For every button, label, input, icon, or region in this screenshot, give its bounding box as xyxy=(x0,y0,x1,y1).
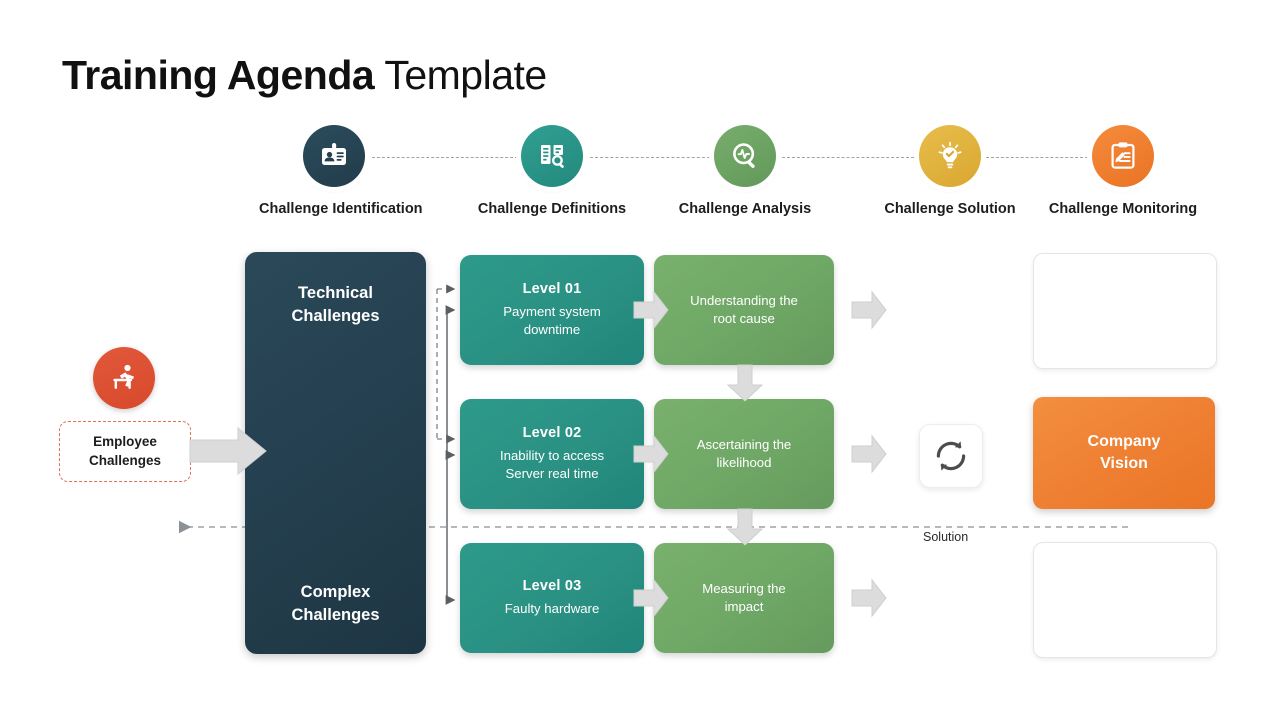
panel-complex-challenges: Complex Challenges xyxy=(245,581,426,627)
level-card-03[interactable]: Level 03 Faulty hardware xyxy=(460,543,644,653)
level-detail-line2: Server real time xyxy=(505,466,599,481)
placeholder-box-bottom[interactable] xyxy=(1033,542,1217,658)
level-detail: Payment system downtime xyxy=(503,303,600,339)
analysis-text: Measuring the impact xyxy=(702,580,786,617)
step-connector-1 xyxy=(372,157,518,158)
step-challenge-definitions[interactable]: Challenge Definitions xyxy=(477,125,627,217)
level-detail-line1: Payment system xyxy=(503,304,601,320)
step-challenge-analysis[interactable]: Challenge Analysis xyxy=(670,125,820,217)
page-title-regular: Template xyxy=(384,52,547,98)
level-card-02[interactable]: Level 02 Inability to access Server real… xyxy=(460,399,644,509)
lightbulb-check-icon xyxy=(919,125,981,187)
arrow-analysis2-to-vision xyxy=(851,434,887,474)
level-detail-line2: downtime xyxy=(523,322,581,337)
analysis-line2: impact xyxy=(724,599,764,614)
level-detail-line1: Faulty hardware xyxy=(504,601,600,617)
step-label: Challenge Solution xyxy=(884,201,1016,217)
challenge-category-panel[interactable]: Technical Challenges Complex Challenges xyxy=(245,252,426,654)
panel-technical-line1: Technical xyxy=(298,284,373,302)
level-detail-line1: Inability to access xyxy=(499,448,605,464)
entry-arrow xyxy=(189,426,267,476)
company-vision-line2: Vision xyxy=(1100,455,1148,472)
arrow-analysis1-to-analysis2 xyxy=(726,364,764,402)
page-title-bold: Training Agenda xyxy=(62,52,375,98)
book-search-icon xyxy=(521,125,583,187)
step-connector-3 xyxy=(782,157,914,158)
employee-challenges-line1: Employee xyxy=(93,434,157,450)
analysis-line1: Ascertaining the xyxy=(696,436,792,452)
step-challenge-identification[interactable]: Challenge Identification xyxy=(259,125,423,217)
id-badge-icon xyxy=(303,125,365,187)
analysis-text: Ascertaining the likelihood xyxy=(697,436,792,473)
slide-canvas: Training Agenda Template Challenge Ident… xyxy=(0,0,1280,720)
step-label: Challenge Definitions xyxy=(477,201,627,217)
level-heading: Level 01 xyxy=(522,281,582,298)
step-challenge-monitoring[interactable]: Challenge Monitoring xyxy=(1048,125,1198,217)
analysis-card-2[interactable]: Ascertaining the likelihood xyxy=(654,399,834,509)
analysis-text: Understanding the root cause xyxy=(690,292,798,329)
analysis-line2: root cause xyxy=(713,311,775,326)
arrow-level02-to-analysis xyxy=(633,434,669,474)
level-heading: Level 03 xyxy=(522,578,582,595)
panel-complex-line1: Complex xyxy=(300,583,371,601)
feedback-label: Solution xyxy=(923,530,969,544)
level-card-01[interactable]: Level 01 Payment system downtime xyxy=(460,255,644,365)
employee-challenges-box[interactable]: Employee Challenges xyxy=(59,421,191,482)
step-label: Challenge Monitoring xyxy=(1048,201,1198,217)
page-title: Training Agenda Template xyxy=(62,52,547,99)
step-connector-2 xyxy=(590,157,710,158)
hurdle-runner-icon xyxy=(93,347,155,409)
step-label: Challenge Analysis xyxy=(678,201,812,217)
placeholder-box-top[interactable] xyxy=(1033,253,1217,369)
panel-complex-line2: Challenges xyxy=(291,605,380,624)
analysis-line1: Understanding the xyxy=(690,292,798,308)
level-detail: Inability to access Server real time xyxy=(500,447,604,483)
arrow-analysis2-to-analysis3 xyxy=(726,508,764,546)
analysis-line1: Measuring the xyxy=(702,580,786,596)
magnifier-pulse-icon xyxy=(714,125,776,187)
level-heading: Level 02 xyxy=(522,425,582,442)
company-vision-line1: Company xyxy=(1087,433,1161,451)
arrow-level03-to-analysis xyxy=(633,578,669,618)
step-connector-4 xyxy=(986,157,1088,158)
arrow-level01-to-analysis xyxy=(633,290,669,330)
arrow-analysis1-to-output xyxy=(851,290,887,330)
refresh-cycle-icon[interactable] xyxy=(919,424,983,488)
analysis-card-1[interactable]: Understanding the root cause xyxy=(654,255,834,365)
company-vision-box[interactable]: Company Vision xyxy=(1033,397,1215,509)
arrow-analysis3-to-output xyxy=(851,578,887,618)
level-detail: Faulty hardware xyxy=(505,600,600,618)
step-challenge-solution[interactable]: Challenge Solution xyxy=(875,125,1025,217)
analysis-card-3[interactable]: Measuring the impact xyxy=(654,543,834,653)
analysis-line2: likelihood xyxy=(716,455,772,470)
panel-technical-line2: Challenges xyxy=(291,306,380,325)
clipboard-pen-icon xyxy=(1092,125,1154,187)
employee-challenges-line2: Challenges xyxy=(88,452,162,468)
panel-technical-challenges: Technical Challenges xyxy=(245,282,426,328)
step-label: Challenge Identification xyxy=(259,201,423,217)
